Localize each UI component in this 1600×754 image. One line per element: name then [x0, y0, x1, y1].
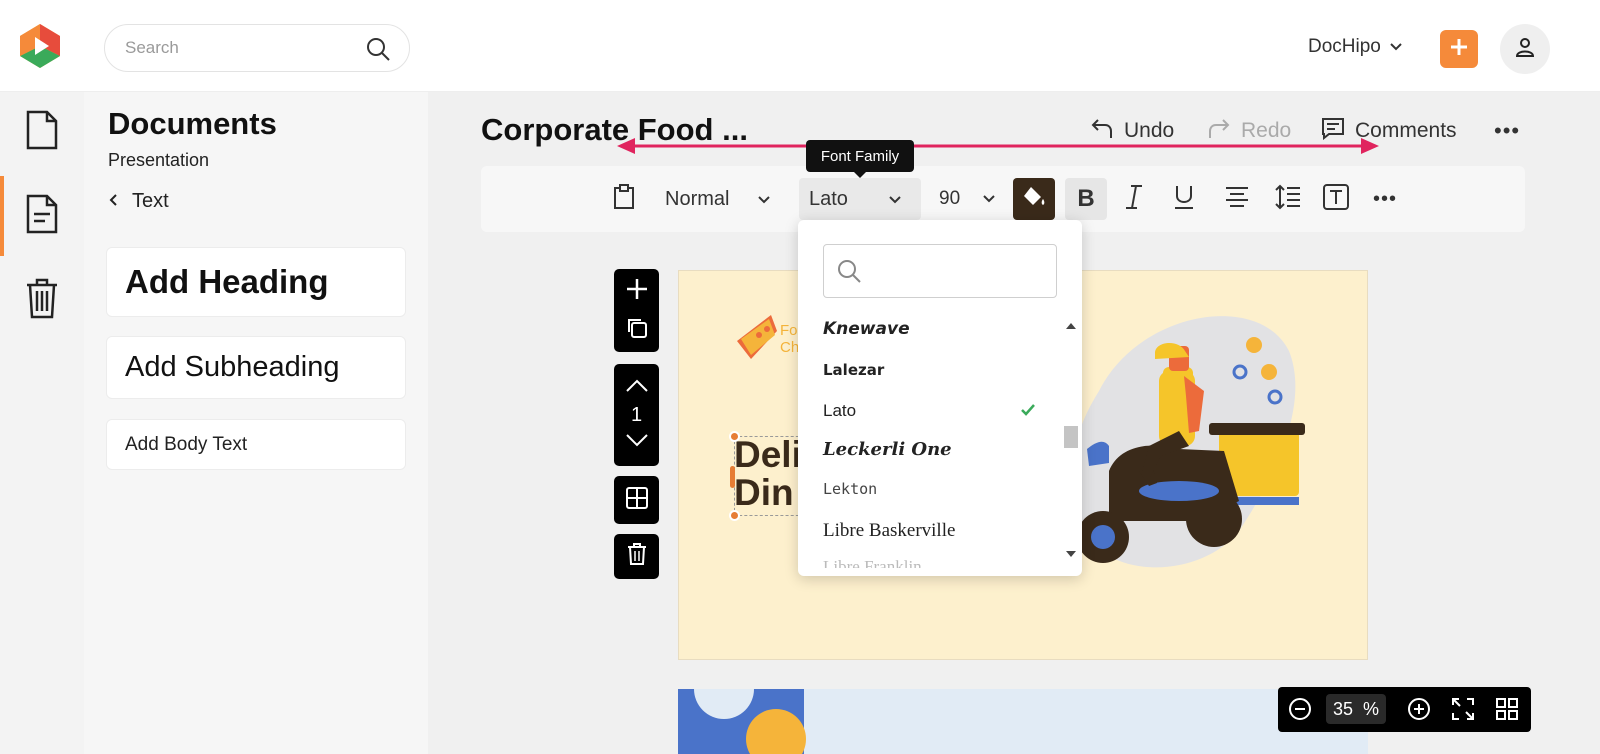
add-page-icon[interactable]: [626, 278, 648, 305]
font-list: Knewave Lalezar Lato Leckerli One Lekton…: [798, 316, 1060, 568]
page-number: 1: [630, 403, 643, 426]
check-icon: [1020, 402, 1036, 422]
width-arrow-annotation: [617, 138, 1379, 154]
add-heading-card[interactable]: Add Heading: [106, 247, 406, 317]
font-option-leckerli-one[interactable]: Leckerli One: [823, 430, 1053, 468]
font-option-libre-franklin[interactable]: Libre Franklin: [823, 548, 1053, 568]
slide-2-shapes: [678, 689, 806, 754]
bold-icon: B: [1077, 185, 1095, 212]
duplicate-page-icon[interactable]: [626, 317, 648, 344]
add-subheading-card[interactable]: Add Subheading: [106, 336, 406, 399]
back-label: Text: [132, 190, 169, 212]
font-size-value: 90: [939, 188, 961, 209]
search-icon: [836, 258, 862, 289]
text-color-button[interactable]: [1013, 178, 1055, 220]
app-logo[interactable]: [18, 22, 62, 70]
user-profile-button[interactable]: [1500, 24, 1550, 74]
top-bar: DocHipo: [0, 0, 1600, 92]
create-button[interactable]: [1440, 30, 1478, 68]
underline-icon: [1173, 184, 1195, 215]
font-family-value: Lato: [809, 187, 848, 210]
paste-style-button[interactable]: [613, 166, 635, 232]
italic-button[interactable]: [1125, 166, 1143, 232]
text-box-button[interactable]: [1323, 166, 1349, 232]
font-option-knewave[interactable]: Knewave: [823, 316, 1053, 348]
user-icon: [1513, 35, 1537, 64]
font-search-input[interactable]: [870, 259, 1046, 279]
document-icon: [25, 110, 59, 155]
resize-handle-top[interactable]: [729, 431, 740, 442]
rail-item-documents[interactable]: [0, 176, 84, 256]
font-list-scrollbar[interactable]: [1062, 318, 1080, 562]
search-input[interactable]: [125, 38, 355, 58]
text-box-icon: [1323, 183, 1349, 215]
left-rail: [0, 92, 84, 754]
font-option-libre-baskerville[interactable]: Libre Baskerville: [823, 512, 1053, 550]
zoom-unit: %: [1363, 698, 1380, 719]
delete-page-button[interactable]: [614, 534, 659, 579]
grid-view-button[interactable]: [614, 476, 659, 524]
bold-button[interactable]: B: [1065, 178, 1107, 220]
font-search-box[interactable]: [823, 244, 1057, 298]
slide-canvas-2[interactable]: [678, 689, 1368, 754]
zoom-in-icon[interactable]: [1406, 696, 1432, 722]
page-navigator: 1: [614, 364, 659, 466]
page-grid-icon[interactable]: [1494, 696, 1520, 722]
clipboard-icon: [613, 183, 635, 215]
grid-icon: [625, 486, 649, 515]
zoom-controls: [1278, 687, 1531, 732]
search-icon[interactable]: [365, 36, 391, 62]
add-body-text-card[interactable]: Add Body Text: [106, 419, 406, 470]
document-text-icon: [25, 194, 59, 239]
align-center-button[interactable]: [1225, 166, 1249, 232]
font-option-lato[interactable]: Lato: [823, 392, 1053, 430]
more-options-icon[interactable]: •••: [1494, 118, 1520, 144]
slide-logo-line-1: Fo: [780, 322, 798, 339]
rail-item-new-document[interactable]: [0, 92, 84, 172]
chevron-down-icon[interactable]: [625, 433, 649, 452]
paint-bucket-icon: [1021, 184, 1047, 215]
rail-item-trash[interactable]: [0, 260, 84, 340]
font-family-dropdown: Knewave Lalezar Lato Leckerli One Lekton…: [798, 220, 1082, 576]
slide-logo-line-2: Ch: [780, 339, 800, 356]
chevron-down-icon: [757, 188, 771, 211]
font-family-select[interactable]: Lato: [799, 178, 921, 220]
more-toolbar-icon[interactable]: •••: [1373, 166, 1397, 232]
line-spacing-button[interactable]: [1275, 166, 1301, 232]
line-spacing-icon: [1275, 184, 1301, 215]
account-menu[interactable]: DocHipo: [1308, 36, 1403, 58]
zoom-out-icon[interactable]: [1287, 696, 1313, 722]
back-to-text-button[interactable]: Text: [108, 190, 169, 213]
slide-logo-text: Fo Ch: [780, 322, 799, 356]
resize-handle-bottom[interactable]: [729, 510, 740, 521]
font-option-label: Lato: [823, 401, 857, 420]
italic-icon: [1125, 184, 1143, 215]
add-duplicate-tools: [614, 269, 659, 352]
chevron-down-icon: [888, 188, 902, 211]
zoom-value: 35: [1332, 698, 1353, 719]
chevron-left-icon: [108, 190, 118, 213]
chevron-down-icon: [982, 188, 996, 210]
panel-title: Documents: [108, 106, 277, 141]
font-option-lekton[interactable]: Lekton: [823, 470, 1053, 508]
resize-handle-left[interactable]: [730, 466, 735, 488]
plus-icon: [1448, 36, 1470, 63]
account-name: DocHipo: [1308, 36, 1381, 57]
trash-icon: [627, 543, 647, 570]
trash-icon: [25, 277, 59, 324]
zoom-level[interactable]: 35 %: [1326, 694, 1386, 724]
align-center-icon: [1225, 186, 1249, 213]
font-option-lalezar[interactable]: Lalezar: [823, 351, 1053, 389]
chevron-down-icon: [1389, 36, 1403, 58]
panel-subtitle: Presentation: [108, 150, 210, 170]
fullscreen-icon[interactable]: [1450, 696, 1476, 722]
text-style-select[interactable]: Normal: [665, 166, 771, 232]
font-family-tooltip: Font Family: [806, 140, 914, 178]
text-selection-box[interactable]: [734, 436, 804, 516]
underline-button[interactable]: [1173, 166, 1195, 232]
side-panel: Documents Presentation Text Add Heading …: [84, 92, 428, 754]
text-style-value: Normal: [665, 187, 730, 210]
chevron-up-icon[interactable]: [625, 379, 649, 398]
search-box[interactable]: [104, 24, 410, 72]
